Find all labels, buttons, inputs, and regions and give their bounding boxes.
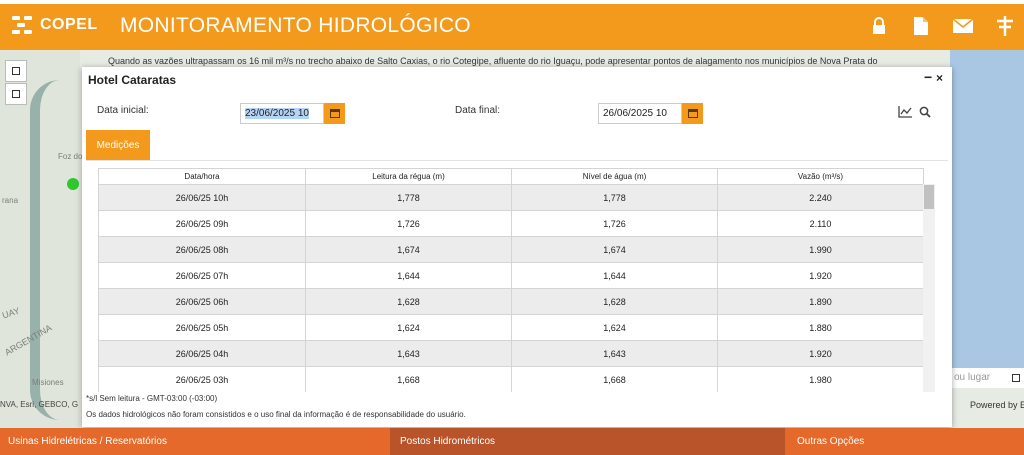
cell-gauge: 1,644 — [305, 262, 512, 289]
app-header: COPEL MONITORAMENTO HIDROLÓGICO — [0, 0, 1024, 50]
cell-level: 1,628 — [511, 288, 718, 315]
cell-datetime: 26/06/25 09h — [98, 210, 306, 237]
start-date-input[interactable]: 23/06/2025 10 — [240, 103, 324, 124]
square-icon — [12, 67, 20, 75]
start-calendar-button[interactable] — [324, 103, 345, 124]
logo-text: COPEL — [40, 16, 98, 33]
measurements-table: Data/hora Leitura da régua (m) Nível de … — [98, 168, 936, 392]
cell-flow: 1.880 — [717, 314, 924, 341]
cell-gauge: 1,668 — [305, 366, 512, 392]
cell-level: 1,668 — [511, 366, 718, 392]
chart-icon[interactable] — [898, 105, 912, 119]
app-title: MONITORAMENTO HIDROLÓGICO — [120, 14, 471, 37]
cell-gauge: 1,726 — [305, 210, 512, 237]
calendar-icon — [329, 109, 340, 118]
table-scroll-thumb[interactable] — [924, 185, 934, 209]
table-row: 26/06/25 08h 1,674 1,674 1.990 — [98, 236, 924, 263]
dialog-title: Hotel Cataratas — [88, 73, 177, 87]
square-icon — [1012, 374, 1020, 382]
minimize-button[interactable]: − — [924, 69, 932, 85]
header-gauge-reading[interactable]: Leitura da régua (m) — [305, 168, 512, 185]
station-marker[interactable] — [67, 178, 79, 190]
tab-divider — [86, 160, 948, 161]
table-scrollbar[interactable] — [923, 184, 935, 392]
station-dialog: Hotel Cataratas − × Data inicial: 23/06/… — [82, 67, 952, 427]
tab-medicoes[interactable]: Medições — [86, 130, 150, 160]
end-date-label: Data final: — [455, 105, 501, 116]
cell-flow: 1.920 — [717, 340, 924, 367]
end-calendar-button[interactable] — [682, 103, 703, 124]
cell-datetime: 26/06/25 04h — [98, 340, 306, 367]
cell-gauge: 1,674 — [305, 236, 512, 263]
start-date-value: 23/06/2025 10 — [245, 108, 309, 119]
info-banner-text: Quando as vazões ultrapassam os 16 mil m… — [108, 56, 878, 66]
mail-icon[interactable] — [952, 15, 974, 37]
header-water-level[interactable]: Nível de água (m) — [511, 168, 718, 185]
zoom-icon[interactable] — [918, 105, 932, 119]
table-header-row: Data/hora Leitura da régua (m) Nível de … — [98, 168, 924, 185]
header-flow[interactable]: Vazão (m³/s) — [717, 168, 924, 185]
map-sea — [950, 50, 1024, 380]
end-date-value: 26/06/2025 10 — [603, 108, 667, 119]
cell-datetime: 26/06/25 10h — [98, 184, 306, 211]
tower-icon[interactable] — [994, 15, 1016, 37]
start-date-label: Data inicial: — [97, 105, 149, 116]
cell-flow: 1.990 — [717, 236, 924, 263]
copel-logo-icon — [12, 14, 34, 36]
table-row: 26/06/25 07h 1,644 1,644 1.920 — [98, 262, 924, 289]
table-row: 26/06/25 03h 1,668 1,668 1.980 — [98, 366, 924, 392]
footer-postos[interactable]: Postos Hidrométricos — [390, 428, 785, 455]
cell-gauge: 1,628 — [305, 288, 512, 315]
cell-datetime: 26/06/25 08h — [98, 236, 306, 263]
map-search-input[interactable]: ou lugar — [948, 368, 1008, 388]
cell-level: 1,778 — [511, 184, 718, 211]
header-datetime[interactable]: Data/hora — [98, 168, 306, 185]
cell-flow: 1.920 — [717, 262, 924, 289]
cell-level: 1,644 — [511, 262, 718, 289]
map-layer-button-2[interactable] — [5, 83, 27, 105]
table-row: 26/06/25 09h 1,726 1,726 2.110 — [98, 210, 924, 237]
map-river — [30, 80, 90, 420]
map-label-misiones: Misiones — [32, 378, 64, 387]
map-label-foz: Foz do — [58, 152, 83, 161]
table-row: 26/06/25 04h 1,643 1,643 1.920 — [98, 340, 924, 367]
calendar-icon — [687, 109, 698, 118]
cell-gauge: 1,778 — [305, 184, 512, 211]
footer-usinas[interactable]: Usinas Hidrelétricas / Reservatórios — [0, 428, 390, 455]
cell-gauge: 1,624 — [305, 314, 512, 341]
cell-level: 1,624 — [511, 314, 718, 341]
map-attribution: NVA, Esri, GEBCO, G — [0, 400, 79, 409]
map-layer-button[interactable] — [5, 60, 27, 82]
cell-datetime: 26/06/25 03h — [98, 366, 306, 392]
cell-flow: 2.110 — [717, 210, 924, 237]
cell-datetime: 26/06/25 06h — [98, 288, 306, 315]
cell-level: 1,726 — [511, 210, 718, 237]
close-button[interactable]: × — [936, 71, 943, 85]
cell-level: 1,674 — [511, 236, 718, 263]
powered-by: Powered by E — [970, 400, 1024, 410]
cell-level: 1,643 — [511, 340, 718, 367]
end-date-input[interactable]: 26/06/2025 10 — [598, 103, 682, 124]
copel-logo[interactable]: COPEL — [12, 14, 98, 36]
cell-flow: 1.980 — [717, 366, 924, 392]
document-icon[interactable] — [910, 15, 932, 37]
header-top-strip — [0, 0, 1024, 4]
cell-flow: 2.240 — [717, 184, 924, 211]
footer-nav: Usinas Hidrelétricas / Reservatórios Pos… — [0, 428, 1024, 455]
lock-icon[interactable] — [868, 15, 890, 37]
map-label-rana: rana — [2, 196, 19, 205]
timezone-note: *s/l Sem leitura - GMT-03:00 (-03:00) — [86, 394, 218, 403]
table-row: 26/06/25 10h 1,778 1,778 2.240 — [98, 184, 924, 211]
table-row: 26/06/25 06h 1,628 1,628 1.890 — [98, 288, 924, 315]
cell-flow: 1.890 — [717, 288, 924, 315]
table-row: 26/06/25 05h 1,624 1,624 1.880 — [98, 314, 924, 341]
map-search-toggle[interactable] — [1008, 368, 1024, 388]
square-icon — [12, 90, 20, 98]
footer-outras[interactable]: Outras Opções — [785, 428, 1024, 455]
cell-datetime: 26/06/25 07h — [98, 262, 306, 289]
cell-datetime: 26/06/25 05h — [98, 314, 306, 341]
disclaimer-note: Os dados hidrológicos não foram consisti… — [86, 410, 466, 419]
cell-gauge: 1,643 — [305, 340, 512, 367]
